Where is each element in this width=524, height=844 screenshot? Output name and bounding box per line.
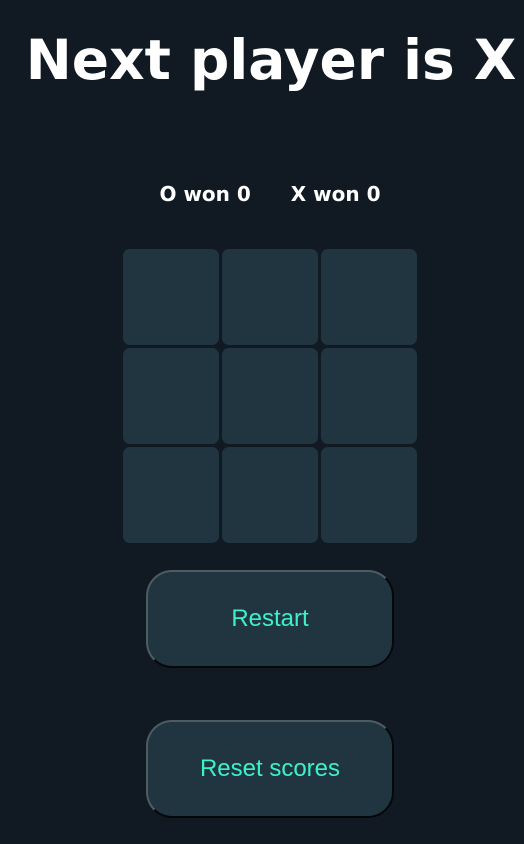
board-cell-6[interactable] — [321, 348, 417, 444]
restart-button[interactable]: Restart — [146, 570, 394, 668]
status-title: Next player is X — [25, 28, 517, 92]
board-cell-9[interactable] — [321, 447, 417, 543]
board-cell-4[interactable] — [123, 348, 219, 444]
board-cell-8[interactable] — [222, 447, 318, 543]
scoreboard: O won 0 X won 0 — [0, 178, 524, 210]
board-cell-2[interactable] — [222, 249, 318, 345]
reset-scores-button[interactable]: Reset scores — [146, 720, 394, 818]
x-score: X won 0 — [290, 182, 381, 206]
o-score: O won 0 — [159, 182, 251, 206]
board-cell-5[interactable] — [222, 348, 318, 444]
board-cell-1[interactable] — [123, 249, 219, 345]
game-board — [123, 249, 419, 543]
board-cell-7[interactable] — [123, 447, 219, 543]
board-cell-3[interactable] — [321, 249, 417, 345]
